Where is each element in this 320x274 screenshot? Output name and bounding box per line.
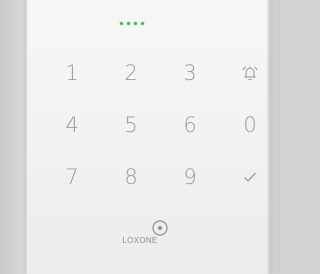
- key-0[interactable]: 0: [230, 110, 270, 140]
- key-0-label: 0: [243, 113, 257, 137]
- status-dot: [141, 22, 144, 25]
- key-9[interactable]: 9: [170, 162, 210, 192]
- key-1-label: 1: [65, 61, 79, 85]
- key-7[interactable]: 7: [52, 162, 92, 192]
- key-7-label: 7: [65, 165, 79, 189]
- key-5-label: 5: [124, 113, 138, 137]
- key-2[interactable]: 2: [111, 58, 151, 88]
- home-circle-icon: [152, 220, 168, 236]
- brand-logo: LOXONE: [122, 236, 158, 245]
- status-indicator: [120, 22, 144, 25]
- key-6[interactable]: 6: [170, 110, 210, 140]
- status-dot: [120, 22, 123, 25]
- status-dot: [134, 22, 137, 25]
- status-dot: [127, 22, 130, 25]
- check-icon: [244, 172, 256, 182]
- confirm-button[interactable]: [230, 162, 270, 192]
- key-2-label: 2: [124, 61, 138, 85]
- key-8-label: 8: [124, 165, 138, 189]
- panel-edge-left: [26, 0, 28, 274]
- key-4-label: 4: [65, 113, 79, 137]
- bell-icon: [242, 66, 258, 81]
- key-3[interactable]: 3: [170, 58, 210, 88]
- key-6-label: 6: [183, 113, 197, 137]
- key-8[interactable]: 8: [111, 162, 151, 192]
- bell-button[interactable]: [230, 58, 270, 88]
- key-3-label: 3: [183, 61, 197, 85]
- key-1[interactable]: 1: [52, 58, 92, 88]
- key-9-label: 9: [183, 165, 197, 189]
- key-5[interactable]: 5: [111, 110, 151, 140]
- key-4[interactable]: 4: [52, 110, 92, 140]
